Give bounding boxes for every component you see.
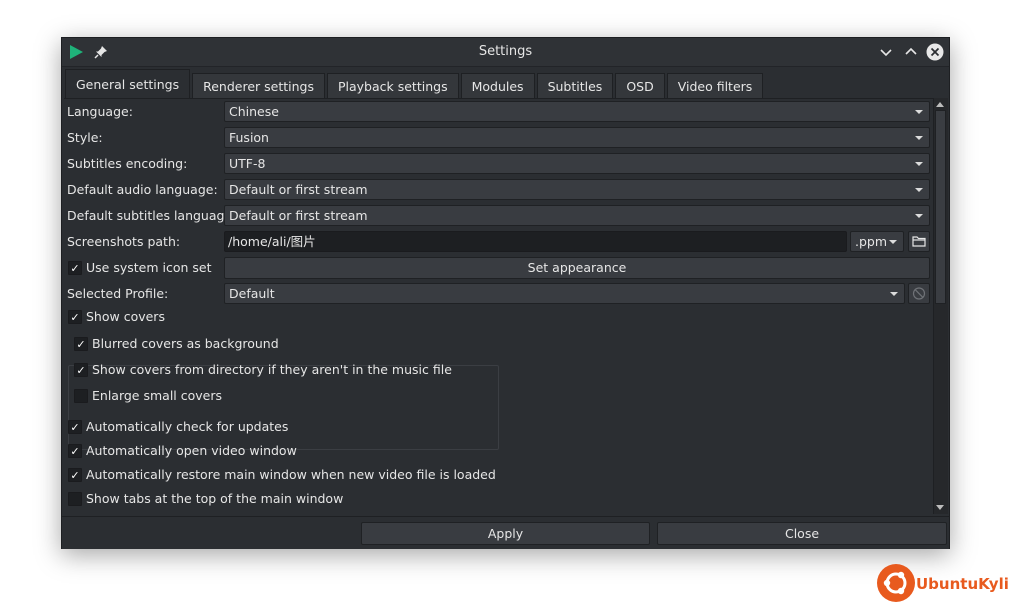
tab-video-filters[interactable]: Video filters [666, 73, 764, 98]
selected-profile-combo[interactable]: Default [224, 283, 905, 304]
dropdown-arrow-icon [915, 162, 923, 166]
default-subtitles-language-value: Default or first stream [229, 208, 368, 223]
minimize-icon[interactable] [877, 43, 895, 61]
language-combo[interactable]: Chinese [224, 101, 930, 122]
selected-profile-value: Default [229, 286, 275, 301]
auto-open-video-window-checkbox[interactable]: ✓ [68, 444, 82, 458]
tab-playback-settings[interactable]: Playback settings [326, 73, 459, 98]
language-label: Language: [67, 104, 133, 119]
auto-open-video-window-label: Automatically open video window [86, 443, 297, 458]
enlarge-small-covers-checkbox[interactable] [74, 389, 88, 403]
scroll-up-arrow-icon[interactable] [936, 102, 944, 107]
dialog-button-bar: Apply Close [62, 516, 949, 549]
dropdown-arrow-icon [915, 110, 923, 114]
default-subtitles-language-combo[interactable]: Default or first stream [224, 205, 930, 226]
title-bar[interactable]: Settings [62, 38, 949, 67]
general-settings-page: Language: Chinese Style: Fusion Subtitle… [64, 98, 933, 515]
subtitles-encoding-label: Subtitles encoding: [67, 156, 188, 171]
use-system-icon-set-label: Use system icon set [86, 260, 212, 275]
default-audio-language-label: Default audio language: [67, 182, 218, 197]
auto-check-updates-checkbox[interactable]: ✓ [68, 420, 82, 434]
tab-general-settings[interactable]: General settings [65, 69, 191, 98]
show-tabs-top-checkbox[interactable] [68, 492, 82, 506]
auto-check-updates-label: Automatically check for updates [86, 419, 289, 434]
default-audio-language-value: Default or first stream [229, 182, 368, 197]
subtitles-encoding-value: UTF-8 [229, 156, 266, 171]
show-covers-checkbox[interactable]: ✓ [68, 310, 82, 324]
window-title: Settings [478, 44, 533, 59]
language-value: Chinese [229, 104, 279, 119]
close-button[interactable]: Close [657, 522, 947, 545]
style-label: Style: [67, 130, 103, 145]
default-subtitles-language-label: Default subtitles language: [67, 208, 237, 223]
enlarge-small-covers-label: Enlarge small covers [92, 388, 222, 403]
auto-restore-main-window-checkbox[interactable]: ✓ [68, 468, 82, 482]
dropdown-arrow-icon [915, 188, 923, 192]
screenshot-format-value: .ppm [855, 234, 888, 249]
browse-folder-button[interactable] [908, 231, 930, 252]
remove-profile-button[interactable] [908, 283, 930, 304]
ubuntukylin-logo-icon [877, 564, 915, 602]
settings-window: Settings General settings Renderer setti… [61, 37, 950, 549]
screenshots-path-label: Screenshots path: [67, 234, 181, 249]
block-icon [912, 287, 926, 300]
settings-tabs: General settings Renderer settings Playb… [65, 69, 765, 98]
style-value: Fusion [229, 130, 269, 145]
folder-icon [912, 236, 926, 247]
covers-group [68, 365, 499, 450]
covers-from-directory-label: Show covers from directory if they aren'… [92, 362, 452, 377]
show-tabs-top-label: Show tabs at the top of the main window [86, 491, 344, 506]
watermark-text: UbuntuKylin [916, 575, 1010, 593]
dropdown-arrow-icon [889, 240, 897, 244]
tab-osd[interactable]: OSD [615, 73, 665, 98]
scrollbar-handle[interactable] [935, 110, 946, 304]
default-audio-language-combo[interactable]: Default or first stream [224, 179, 930, 200]
screenshots-path-input[interactable]: /home/ali/图片 [224, 231, 847, 252]
blurred-covers-checkbox[interactable]: ✓ [74, 337, 88, 351]
covers-from-directory-checkbox[interactable]: ✓ [74, 363, 88, 377]
maximize-icon[interactable] [902, 43, 920, 61]
dropdown-arrow-icon [915, 136, 923, 140]
tab-subtitles[interactable]: Subtitles [536, 73, 614, 98]
dropdown-arrow-icon [915, 214, 923, 218]
vertical-scrollbar[interactable] [933, 98, 948, 514]
dropdown-arrow-icon [890, 292, 898, 296]
apply-button[interactable]: Apply [361, 522, 650, 545]
subtitles-encoding-combo[interactable]: UTF-8 [224, 153, 930, 174]
set-appearance-button[interactable]: Set appearance [224, 257, 930, 279]
show-covers-label: Show covers [86, 309, 165, 324]
selected-profile-label: Selected Profile: [67, 286, 169, 301]
tab-modules[interactable]: Modules [460, 73, 535, 98]
tab-renderer-settings[interactable]: Renderer settings [192, 73, 325, 98]
blurred-covers-label: Blurred covers as background [92, 336, 279, 351]
screenshot-format-combo[interactable]: .ppm [850, 231, 904, 252]
auto-restore-main-window-label: Automatically restore main window when n… [86, 467, 496, 482]
scroll-down-arrow-icon[interactable] [936, 505, 944, 510]
use-system-icon-set-checkbox[interactable]: ✓ [68, 261, 82, 275]
close-icon[interactable] [926, 43, 944, 61]
style-combo[interactable]: Fusion [224, 127, 930, 148]
